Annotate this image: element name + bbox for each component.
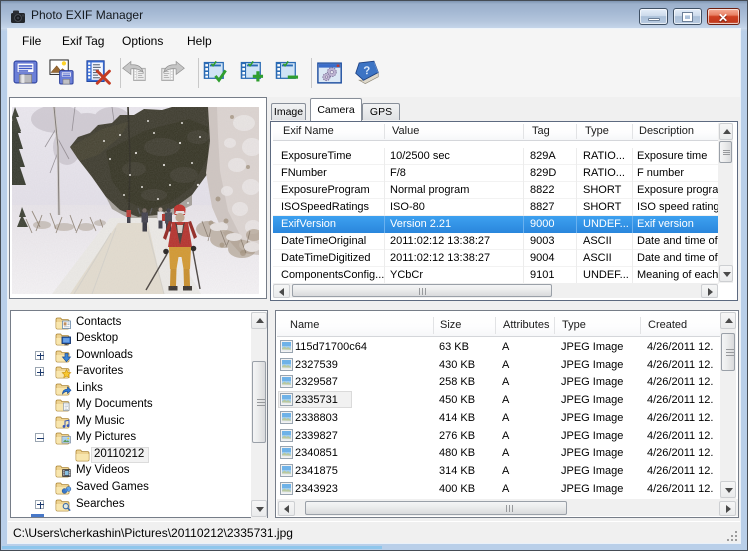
svg-text:?: ? (363, 65, 371, 77)
